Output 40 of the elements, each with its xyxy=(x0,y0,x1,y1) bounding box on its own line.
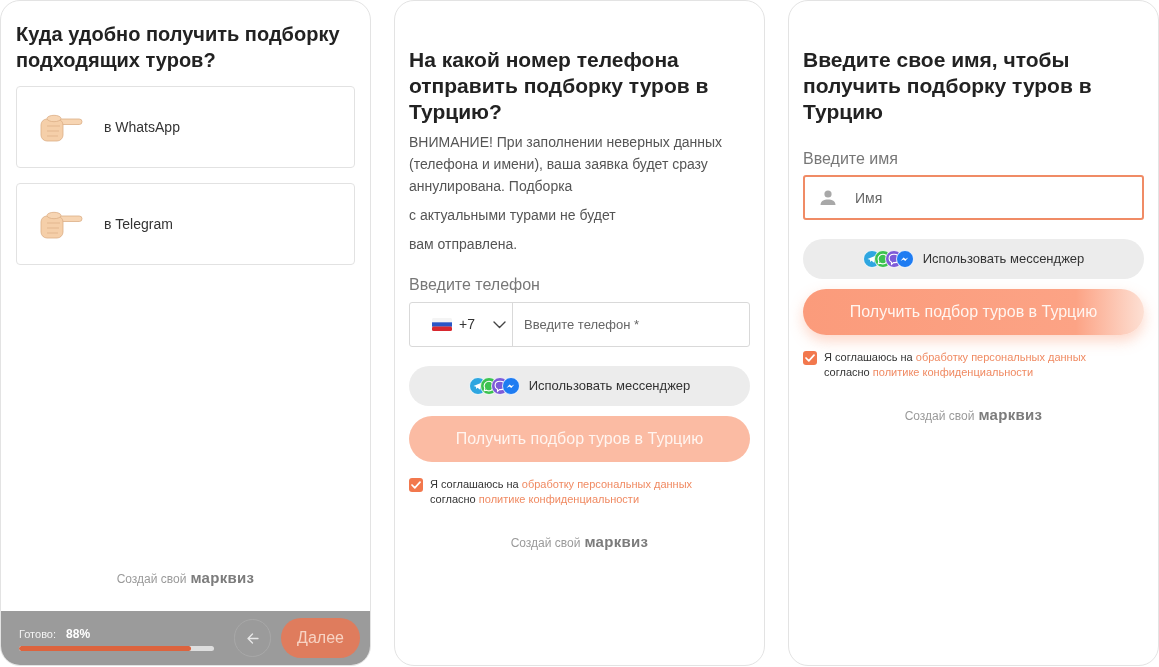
name-input[interactable]: Имя xyxy=(803,175,1144,220)
flag-icon xyxy=(432,318,452,331)
option-card[interactable]: в Telegram xyxy=(16,183,355,265)
policy-link[interactable]: обработку персональных данных xyxy=(915,351,1087,363)
consent-checkbox[interactable] xyxy=(803,351,817,365)
progress-value: 88% xyxy=(66,626,91,643)
field-label: Введите телефон xyxy=(409,275,541,295)
notice-text: вам отправлена. xyxy=(409,235,519,254)
country-select[interactable]: +7 xyxy=(410,303,513,346)
pointing-hand-icon xyxy=(39,209,83,239)
messenger-apps-icon xyxy=(468,377,520,395)
question-heading: Введите свое имя, чтобы получить подборку туров в Турцию xyxy=(803,47,1093,125)
made-with-link[interactable]: Создай свой марквиз xyxy=(904,404,1043,427)
next-button[interactable]: Далее xyxy=(281,618,360,658)
notice-text: с актуальными турами не будет xyxy=(409,206,617,225)
consent-text: Я соглашаюсь на обработку персональных данных согласно политике конфиденциальности xyxy=(824,350,1087,380)
question-heading: На какой номер телефона отправить подборку туров в Турцию? xyxy=(409,47,710,125)
notice-text: ВНИМАНИЕ! При заполнении неверных данных (телефона и имени), ваша заявка будет сразу аннулирована. Подборка xyxy=(409,133,724,196)
consent-checkbox[interactable] xyxy=(409,478,423,492)
question-heading: Куда удобно получить подборку подходящих туров? xyxy=(16,22,341,73)
made-with-link[interactable]: Создай свой марквиз xyxy=(510,531,649,554)
field-label: Введите имя xyxy=(803,149,899,169)
messenger-button[interactable]: Использовать мессенджер xyxy=(803,239,1144,279)
policy-link[interactable]: обработку персональных данных xyxy=(521,478,693,490)
check-icon xyxy=(805,354,815,362)
phone-field[interactable]: +7 Введите телефон * xyxy=(409,302,750,347)
phone-input[interactable]: Введите телефон * xyxy=(513,303,749,346)
option-card[interactable]: в WhatsApp xyxy=(16,86,355,168)
arrow-left-icon xyxy=(246,632,259,644)
chevron-down-icon xyxy=(492,320,506,329)
policy-link[interactable]: политике конфиденциальности xyxy=(478,493,640,505)
messenger-apps-icon xyxy=(862,250,914,268)
consent-text: Я соглашаюсь на обработку персональных данных согласно политике конфиденциальности xyxy=(430,477,693,507)
made-with-link[interactable]: Создай свой марквиз xyxy=(116,566,255,589)
policy-link[interactable]: политике конфиденциальности xyxy=(872,366,1034,378)
progress-label: Готово: xyxy=(19,626,57,642)
messenger-button[interactable]: Использовать мессенджер xyxy=(409,366,750,406)
user-icon xyxy=(820,190,836,205)
pointing-hand-icon xyxy=(39,112,83,142)
check-icon xyxy=(411,481,421,489)
